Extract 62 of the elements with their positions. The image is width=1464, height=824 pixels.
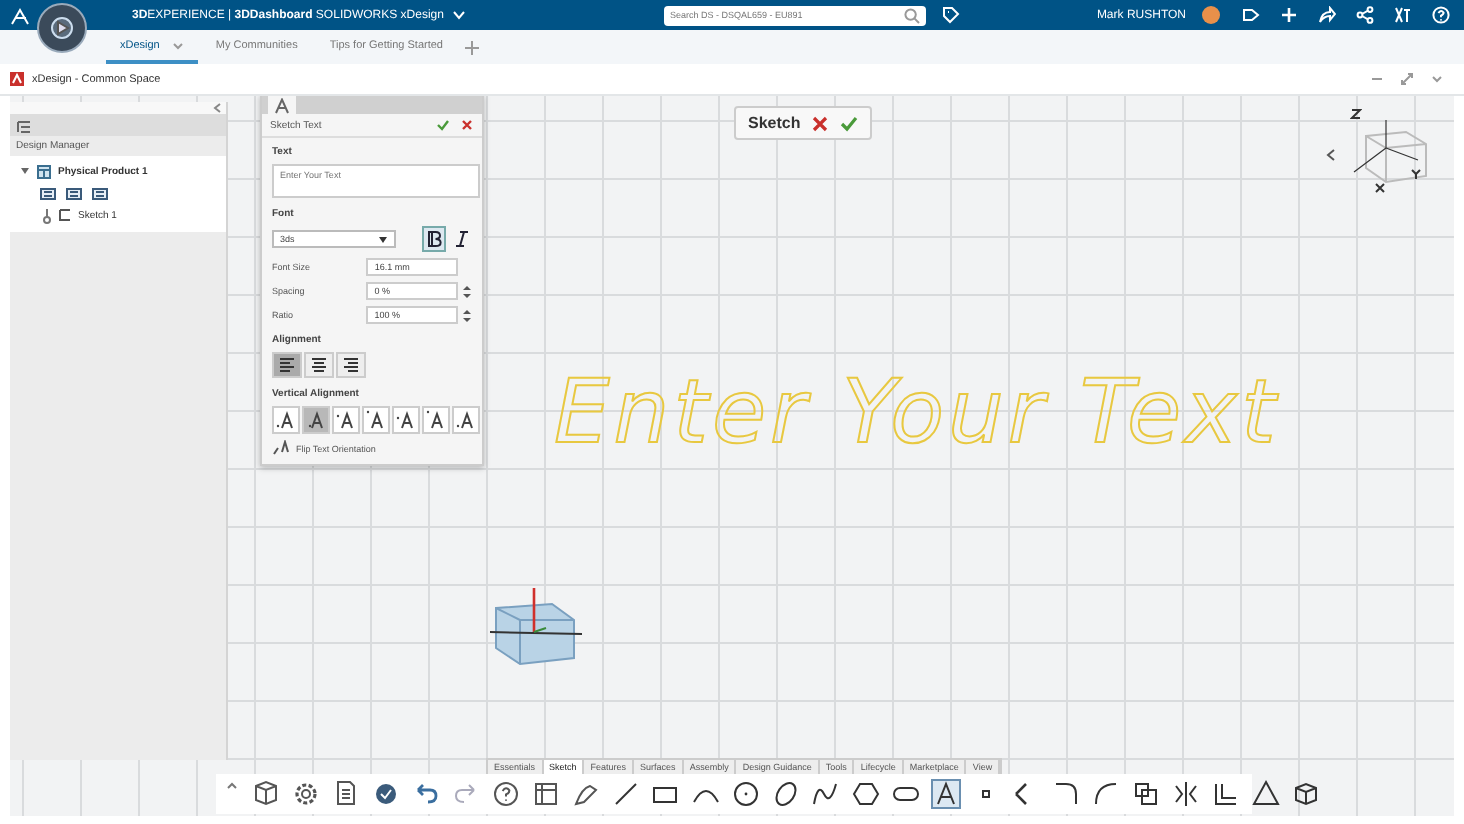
tag-icon[interactable] [1242,6,1260,24]
gear-icon[interactable] [289,778,321,810]
vertical-align-icon[interactable] [422,406,450,434]
box-icon[interactable] [1289,778,1321,810]
vertical-align-icon[interactable] [362,406,390,434]
plane-icon[interactable] [92,187,108,199]
axis-label-icon [1410,168,1422,180]
close-icon[interactable] [460,118,474,132]
tree-icon[interactable] [16,119,32,133]
sketch-text-outline: Enter Your Text [554,362,1280,464]
caret-icon [378,235,388,243]
collapse-icon[interactable] [212,102,222,114]
align-center-icon[interactable] [304,352,334,378]
spinner-icon[interactable] [462,283,472,299]
confirm-icon[interactable] [436,118,450,132]
axis-label-icon [1374,182,1386,194]
grid-icon[interactable] [529,778,561,810]
search-icon[interactable] [903,7,920,23]
vertical-align-icon[interactable] [272,406,300,434]
spinner-icon[interactable] [462,307,472,323]
minimize-icon[interactable] [1370,72,1384,86]
confirm-icon[interactable] [840,115,859,131]
product-icon [36,163,52,179]
bold-icon[interactable] [426,230,442,248]
network-icon[interactable] [1356,6,1374,24]
mirror-icon[interactable] [1169,778,1201,810]
expand-icon[interactable] [1400,72,1414,86]
vertical-align-icon[interactable] [332,406,360,434]
polygon-icon[interactable] [849,778,881,810]
part-icon[interactable] [249,778,281,810]
collapse-icon[interactable] [1326,148,1336,162]
sketch-icon [58,208,72,222]
help-icon[interactable] [1432,6,1450,24]
vertical-align-icon[interactable] [392,406,420,434]
text-tool-icon[interactable] [929,778,961,810]
pin-icon [42,207,52,223]
help-icon[interactable] [489,778,521,810]
vertical-align-icon[interactable] [302,406,330,434]
spline-icon[interactable] [809,778,841,810]
close-icon[interactable] [812,115,829,131]
italic-icon[interactable] [456,230,468,248]
add-tab-icon[interactable] [464,39,481,55]
align-left-icon[interactable] [272,352,302,378]
share-icon[interactable] [1318,6,1336,24]
axis-label-icon [1350,108,1362,120]
plane-icon[interactable] [66,187,82,199]
app-icon [10,72,24,86]
corner-icon[interactable] [1209,778,1241,810]
flip-text-icon[interactable] [272,440,290,456]
align-right-icon[interactable] [336,352,366,378]
offset-icon[interactable] [1129,778,1161,810]
avatar[interactable] [1202,6,1220,24]
triangle-icon[interactable] [1249,778,1281,810]
sketch-mode-label: Sketch [748,114,801,132]
expanded-caret-icon[interactable] [20,166,30,176]
chamfer-icon[interactable] [1089,778,1121,810]
vertical-align-icon[interactable] [452,406,480,434]
tag-icon[interactable] [941,6,960,24]
plus-icon[interactable] [1280,6,1298,24]
logo-icon [8,3,32,27]
circle-icon[interactable] [729,778,761,810]
plane-icon[interactable] [40,187,56,199]
